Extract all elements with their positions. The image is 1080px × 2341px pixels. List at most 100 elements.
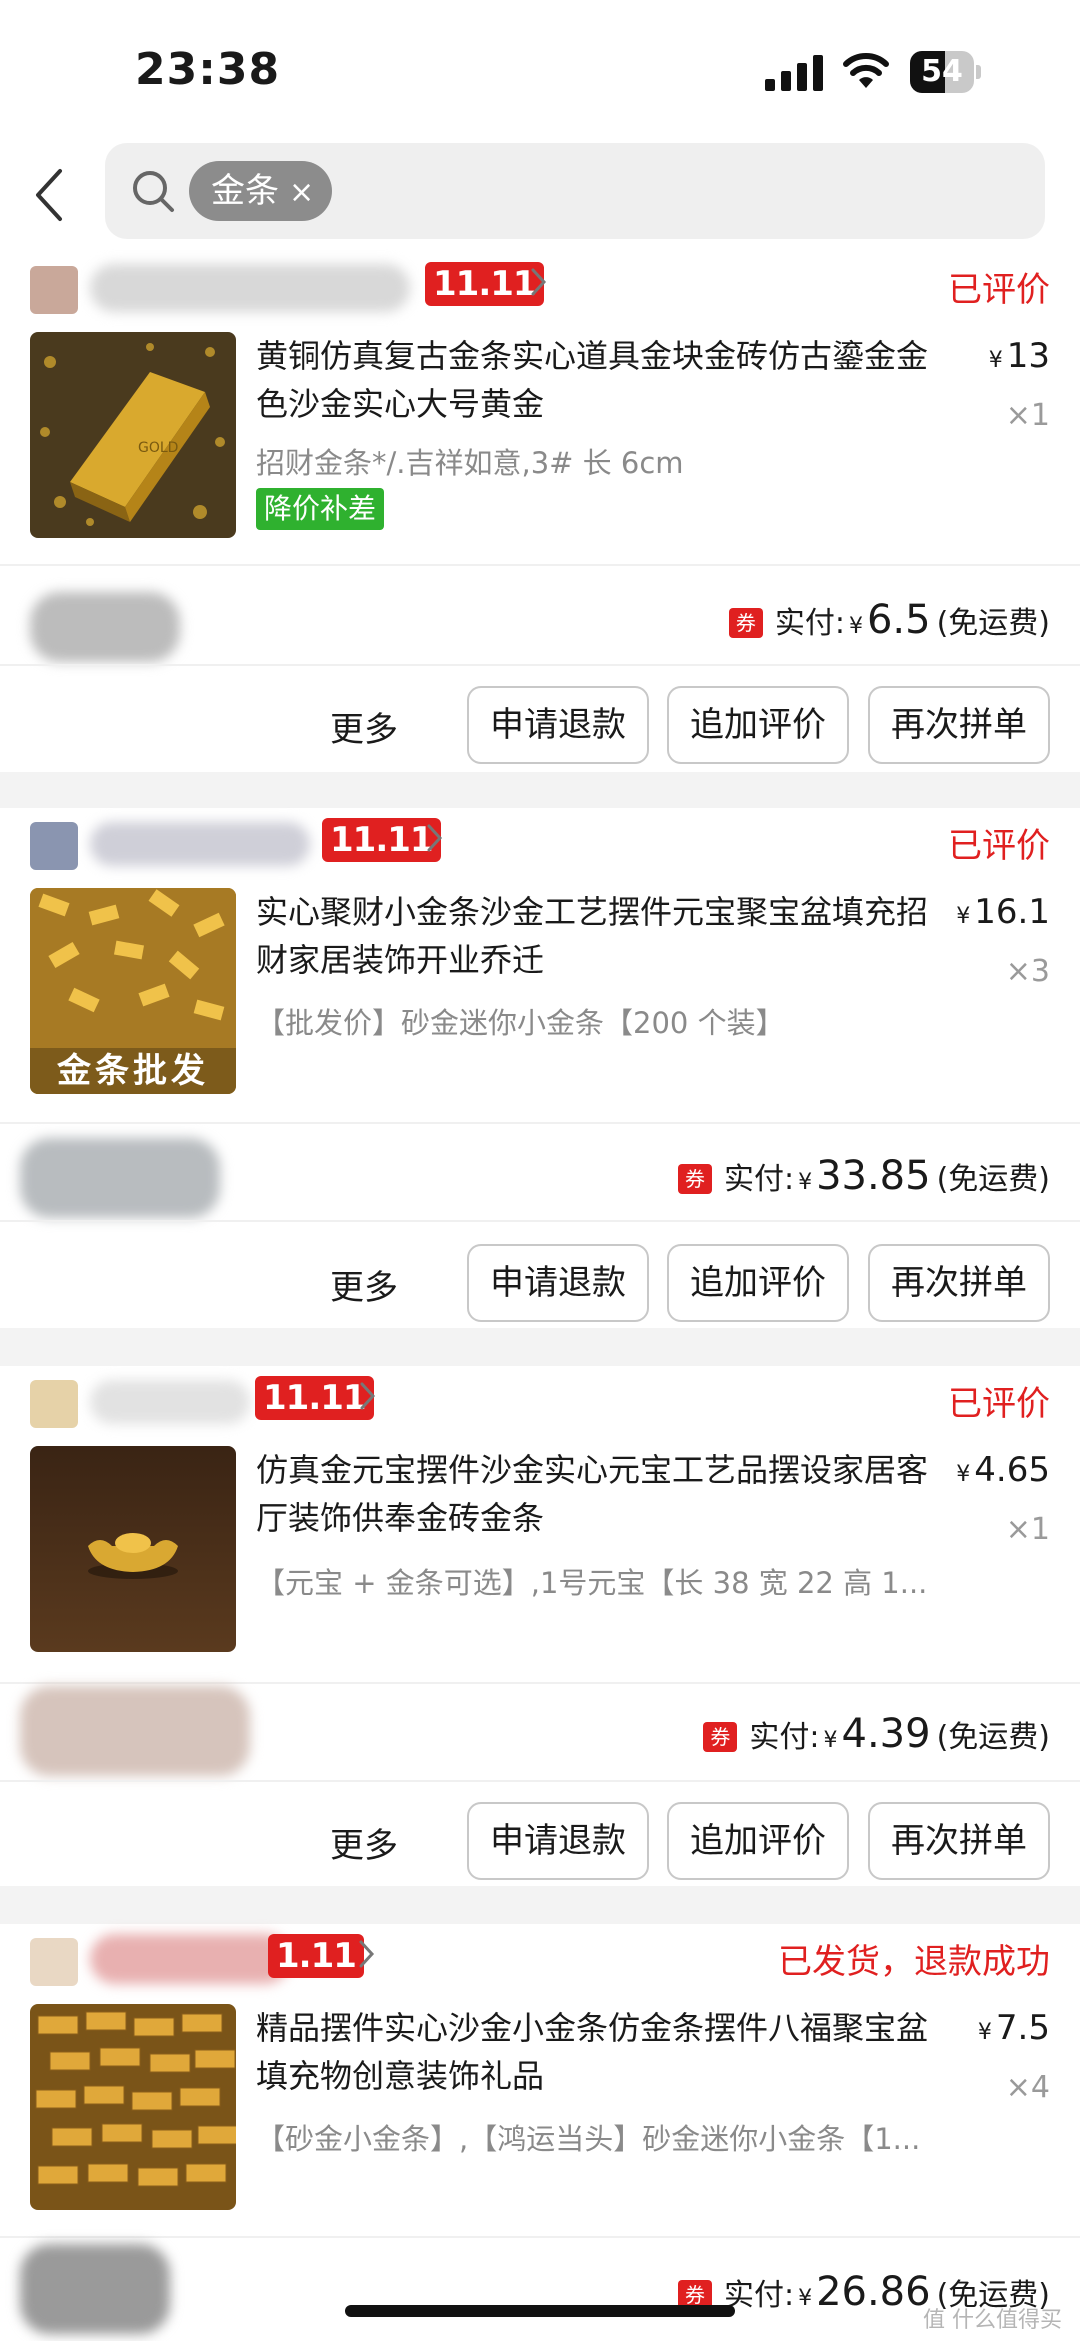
- paid-amount: ¥6.5: [848, 597, 931, 643]
- request-refund-button[interactable]: 申请退款: [467, 1244, 649, 1322]
- double-eleven-badge: 11.11: [255, 1376, 374, 1420]
- divider: [0, 564, 1080, 566]
- store-avatar: [30, 266, 78, 314]
- redacted-store-name: [90, 264, 410, 312]
- product-quantity: ×1: [1005, 1512, 1050, 1547]
- redacted-store-name: [90, 1934, 290, 1984]
- redacted-mark: [20, 2244, 170, 2334]
- product-thumbnail-gold-bar[interactable]: GOLD: [30, 332, 236, 538]
- order-card: 1.11 已发货，退款成功 精品摆件实心沙金小金条仿金条摆件八福聚宝盆填充物创意…: [0, 1924, 1080, 2341]
- divider: [0, 1220, 1080, 1222]
- divider: [0, 1780, 1080, 1782]
- chevron-right-icon: [427, 824, 443, 852]
- store-row[interactable]: 11.11 已评价: [0, 808, 1080, 883]
- store-row[interactable]: 11.11 已评价: [0, 1366, 1080, 1441]
- product-spec: 招财金条*/.吉祥如意,3# 长 6cm: [256, 446, 684, 480]
- payment-row: 券 实付: ¥4.39 (免运费): [703, 1711, 1050, 1757]
- search-keyword-chip[interactable]: 金条 ×: [189, 161, 333, 221]
- coupon-icon: 券: [728, 608, 763, 638]
- add-review-button[interactable]: 追加评价: [667, 1802, 849, 1880]
- reorder-button[interactable]: 再次拼单: [868, 1244, 1050, 1322]
- add-review-button[interactable]: 追加评价: [667, 1244, 849, 1322]
- chip-remove-icon[interactable]: ×: [289, 175, 314, 210]
- home-indicator[interactable]: [345, 2305, 735, 2317]
- product-price: ¥13: [988, 336, 1050, 376]
- redacted-store-name: [90, 1380, 250, 1424]
- product-title[interactable]: 实心聚财小金条沙金工艺摆件元宝聚宝盆填充招财家居装饰开业乔迁: [256, 888, 956, 984]
- payment-row: 券 实付: ¥33.85 (免运费): [677, 1153, 1050, 1199]
- more-button[interactable]: 更多: [330, 1260, 398, 1309]
- free-shipping-label: (免运费): [936, 1720, 1050, 1755]
- cellular-signal-icon: [765, 55, 823, 91]
- divider: [0, 1682, 1080, 1684]
- search-box[interactable]: 金条 ×: [105, 143, 1045, 239]
- redacted-mark: [20, 1138, 220, 1218]
- product-thumbnail-gold-bars[interactable]: 金条批发: [30, 888, 236, 1094]
- order-status: 已评价: [948, 270, 1050, 310]
- order-status: 已评价: [948, 826, 1050, 866]
- order-card: 11.11 已评价 金条批发 实心聚财小金条沙金工艺摆件元宝聚宝盆填充招财家居装…: [0, 808, 1080, 1328]
- battery-percentage: 54: [921, 54, 963, 89]
- back-arrow-icon[interactable]: [30, 165, 70, 225]
- double-eleven-badge: 11.11: [322, 818, 441, 862]
- product-price: ¥16.1: [956, 892, 1050, 932]
- store-avatar: [30, 1380, 78, 1428]
- store-row[interactable]: 11.11 已评价: [0, 252, 1080, 327]
- chevron-right-icon: [531, 268, 547, 296]
- request-refund-button[interactable]: 申请退款: [467, 1802, 649, 1880]
- order-status: 已评价: [948, 1384, 1050, 1424]
- double-eleven-badge: 11.11: [425, 262, 544, 306]
- reorder-button[interactable]: 再次拼单: [868, 686, 1050, 764]
- redacted-mark: [20, 1686, 250, 1776]
- reorder-button[interactable]: 再次拼单: [868, 1802, 1050, 1880]
- paid-label: 实付:: [749, 1720, 820, 1755]
- status-bar: 23:38 54: [0, 0, 1080, 140]
- action-row: 更多 申请退款 追加评价 再次拼单: [0, 1802, 1080, 1882]
- free-shipping-label: (免运费): [936, 606, 1050, 641]
- search-icon: [133, 171, 174, 212]
- paid-amount: ¥26.86: [798, 2269, 931, 2315]
- more-button[interactable]: 更多: [330, 1818, 398, 1867]
- paid-label: 实付:: [723, 2278, 795, 2313]
- chevron-right-icon: [360, 1382, 376, 1410]
- product-quantity: ×4: [1005, 2070, 1050, 2105]
- divider: [0, 2236, 1080, 2238]
- product-spec: 【批发价】砂金迷你小金条【200 个装】: [256, 1006, 785, 1040]
- order-status: 已发货，退款成功: [778, 1942, 1050, 1982]
- store-avatar: [30, 822, 78, 870]
- coupon-icon: 券: [703, 1722, 738, 1752]
- request-refund-button[interactable]: 申请退款: [467, 686, 649, 764]
- watermark: 值 什么值得买: [923, 2308, 1062, 2333]
- battery-icon: 54: [910, 51, 981, 93]
- product-quantity: ×1: [1005, 398, 1050, 433]
- paid-amount: ¥4.39: [823, 1711, 931, 1757]
- product-title[interactable]: 精品摆件实心沙金小金条仿金条摆件八福聚宝盆填充物创意装饰礼品: [256, 2004, 956, 2100]
- wifi-icon: [843, 53, 889, 88]
- thumbnail-caption: 金条批发: [57, 1051, 209, 1091]
- status-time: 23:38: [135, 44, 281, 95]
- payment-row: 券 实付: ¥6.5 (免运费): [728, 597, 1050, 643]
- store-row[interactable]: 1.11 已发货，退款成功: [0, 1924, 1080, 1999]
- order-card: 11.11 已评价 GOLD 黄铜仿真复古金条实心道具金块金砖仿古鎏金金色沙金实…: [0, 252, 1080, 772]
- redacted-store-name: [90, 822, 310, 866]
- search-header: 金条 ×: [0, 140, 1080, 252]
- divider: [0, 1122, 1080, 1124]
- product-thumbnail-gold-ingot[interactable]: [30, 1446, 236, 1652]
- paid-label: 实付:: [723, 1162, 795, 1197]
- action-row: 更多 申请退款 追加评价 再次拼单: [0, 686, 1080, 766]
- search-keyword-label: 金条: [211, 171, 279, 211]
- redacted-mark: [30, 592, 180, 662]
- order-card: 11.11 已评价 仿真金元宝摆件沙金实心元宝工艺品摆设家居客厅装饰供奉金砖金条…: [0, 1366, 1080, 1886]
- product-title[interactable]: 黄铜仿真复古金条实心道具金块金砖仿古鎏金金色沙金实心大号黄金: [256, 332, 956, 428]
- price-drop-tag[interactable]: 降价补差: [256, 488, 385, 530]
- product-thumbnail-gold-bars[interactable]: [30, 2004, 236, 2210]
- product-quantity: ×3: [1005, 954, 1050, 989]
- product-title[interactable]: 仿真金元宝摆件沙金实心元宝工艺品摆设家居客厅装饰供奉金砖金条: [256, 1446, 956, 1542]
- more-button[interactable]: 更多: [330, 702, 398, 751]
- product-price: ¥7.5: [977, 2008, 1050, 2048]
- divider: [0, 664, 1080, 666]
- coupon-icon: 券: [677, 1164, 712, 1194]
- chevron-right-icon: [359, 1940, 375, 1968]
- product-price: ¥4.65: [956, 1450, 1050, 1490]
- add-review-button[interactable]: 追加评价: [667, 686, 849, 764]
